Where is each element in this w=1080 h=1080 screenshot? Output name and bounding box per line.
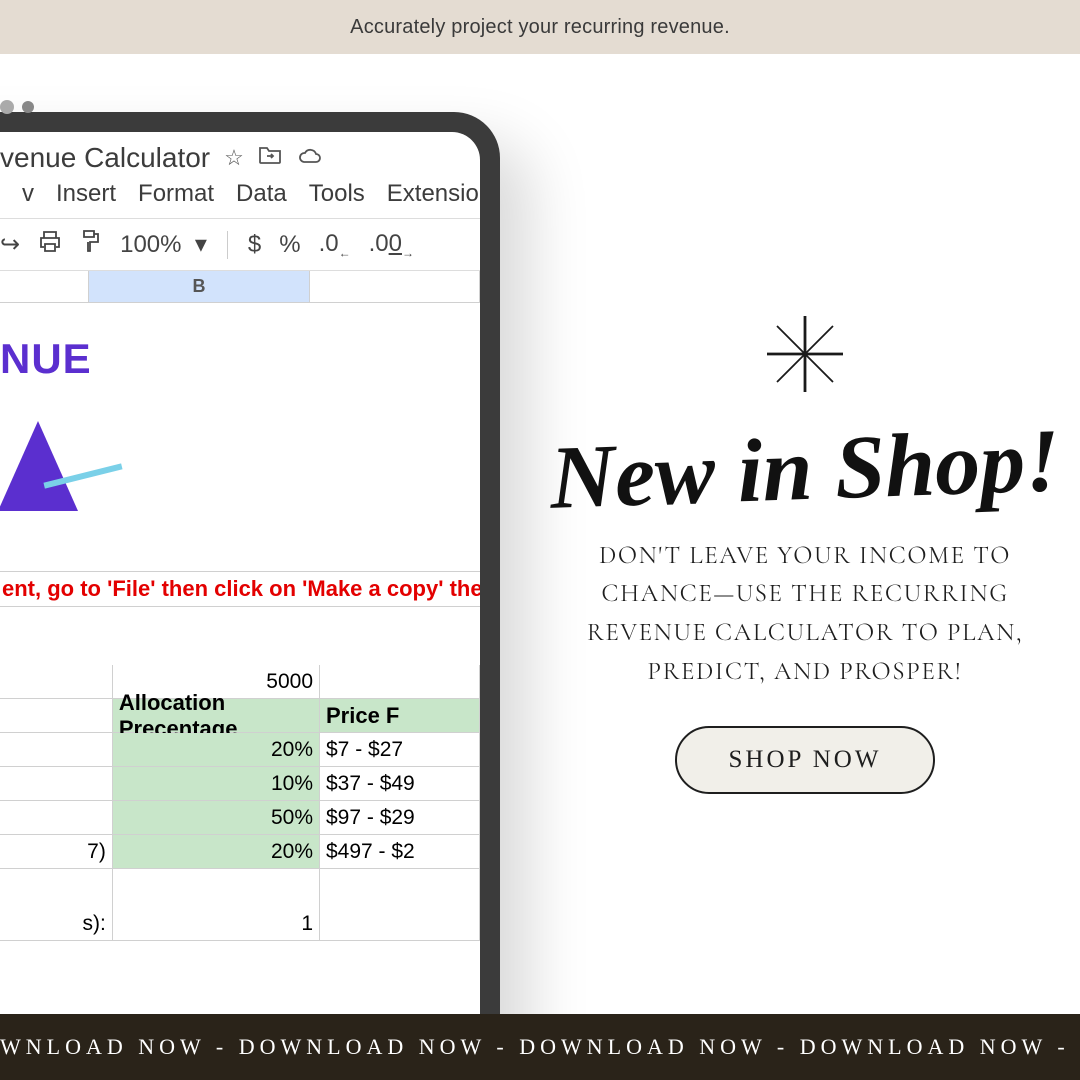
window-dot [22,101,34,113]
marquee-text: WNLOAD NOW - DOWNLOAD NOW - DOWNLOAD NOW… [0,1034,1080,1060]
promo-heading: New in Shop! [547,418,1064,521]
percent-format-icon[interactable]: % [279,231,300,259]
table-row[interactable]: 20% $7 - $27 [0,733,480,767]
cell-price: $7 - $27 [320,733,480,766]
banner-text: Accurately project your recurring revenu… [350,16,730,39]
promo-block: New in Shop! DON'T LEAVE YOUR INCOME TO … [530,314,1080,794]
move-folder-icon[interactable] [258,145,282,171]
spreadsheet-grid: B NUE ent, go to 'File' then click on 'M… [0,271,480,389]
toolbar-divider [227,231,228,259]
cell-label-a: 7) [0,835,113,868]
table-row[interactable]: 7) 20% $497 - $2 [0,835,480,869]
doc-title[interactable]: venue Calculator [0,142,210,174]
increase-decimal-icon[interactable]: .00→ [369,230,414,260]
col-header-c-partial[interactable] [310,271,480,302]
cell-percent: 50% [113,801,320,834]
data-table: 5000 Allocation Precentage Price F 20% $… [0,665,480,941]
window-dot [0,100,14,114]
table-row[interactable]: 10% $37 - $49 [0,767,480,801]
marquee-bar: WNLOAD NOW - DOWNLOAD NOW - DOWNLOAD NOW… [0,1014,1080,1080]
column-headers: B [0,271,480,303]
cell-label-b: s): [0,907,113,940]
cell-percent: 20% [113,733,320,766]
header-price: Price F [320,699,480,732]
header-allocation: Allocation Precentage [113,699,320,732]
table-row[interactable]: 50% $97 - $29 [0,801,480,835]
print-icon[interactable] [38,230,62,259]
redo-icon[interactable]: ↪ [0,230,20,259]
decorative-triangle [0,421,78,511]
main-area: venue Calculator ☆ v Insert Format Data … [0,54,1080,1014]
cell-percent: 10% [113,767,320,800]
spreadsheet-screen: venue Calculator ☆ v Insert Format Data … [0,132,480,1052]
table-row[interactable] [0,869,480,907]
menu-view-partial[interactable]: v [22,180,34,208]
toolbar: ↪ 100% ▾ $ % .0← .00→ [0,218,480,271]
tablet-mockup: venue Calculator ☆ v Insert Format Data … [0,112,500,1072]
zoom-select[interactable]: 100% ▾ [120,230,207,259]
cell-price: $37 - $49 [320,767,480,800]
menu-data[interactable]: Data [236,180,287,208]
col-header-a-partial[interactable] [0,271,89,302]
table-row[interactable]: s): 1 [0,907,480,941]
shop-now-button[interactable]: SHOP NOW [675,726,936,794]
banner-text-fragment: NUE [0,303,480,389]
menu-tools[interactable]: Tools [309,180,365,208]
menu-format[interactable]: Format [138,180,214,208]
menu-extensions[interactable]: Extensions [387,180,480,208]
value-1: 1 [113,907,320,940]
top-banner: Accurately project your recurring revenu… [0,0,1080,54]
doc-title-row: venue Calculator ☆ [0,132,480,180]
table-header-row[interactable]: Allocation Precentage Price F [0,699,480,733]
cloud-icon[interactable] [296,145,322,171]
menu-bar: v Insert Format Data Tools Extensions [0,180,480,218]
cell-percent: 20% [113,835,320,868]
instruction-text: ent, go to 'File' then click on 'Make a … [0,571,480,607]
menu-insert[interactable]: Insert [56,180,116,208]
decrease-decimal-icon[interactable]: .0← [319,230,351,260]
promo-subcopy: DON'T LEAVE YOUR INCOME TO CHANCE—USE TH… [548,537,1062,692]
sparkle-icon [765,314,845,394]
currency-format-icon[interactable]: $ [248,231,261,259]
star-icon[interactable]: ☆ [224,145,244,171]
col-header-b[interactable]: B [89,271,310,302]
cell-price: $97 - $29 [320,801,480,834]
paint-format-icon[interactable] [80,229,102,260]
cell-price: $497 - $2 [320,835,480,868]
window-dots [0,101,34,114]
